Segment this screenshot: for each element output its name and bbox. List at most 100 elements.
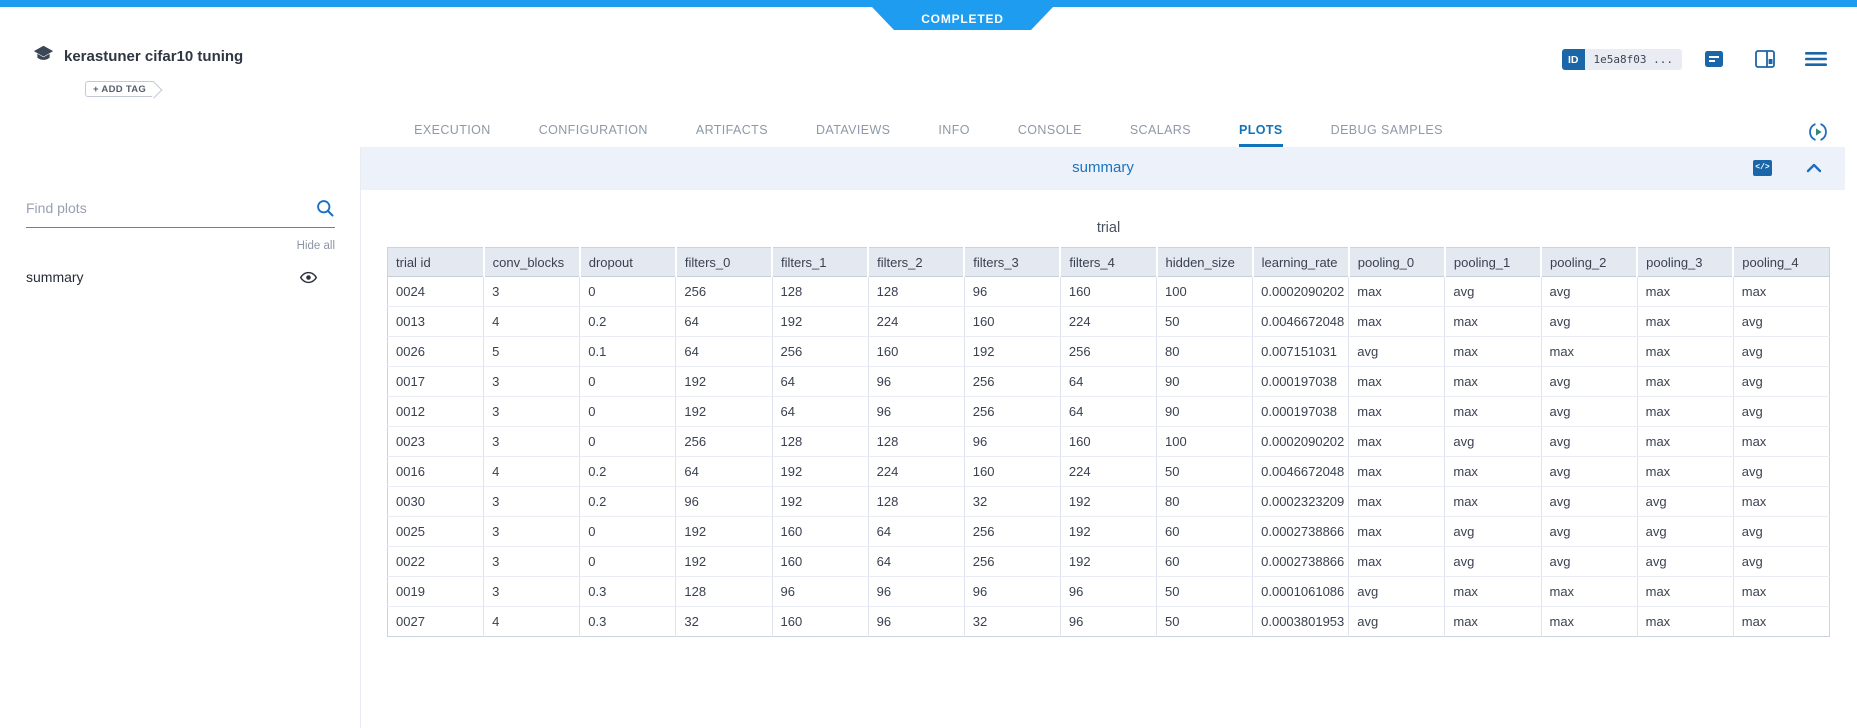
description-icon[interactable] <box>1704 49 1724 69</box>
column-header-learning_rate[interactable]: learning_rate <box>1253 248 1349 277</box>
column-header-filters_3[interactable]: filters_3 <box>964 248 1060 277</box>
tab-dataviews[interactable]: DATAVIEWS <box>816 118 890 147</box>
table-cell: avg <box>1733 547 1829 577</box>
app-header: kerastuner cifar10 tuning + ADD TAG ID 1… <box>0 7 1857 118</box>
table-cell: 3 <box>484 397 580 427</box>
search-icon[interactable] <box>315 198 335 218</box>
table-cell: 80 <box>1157 337 1253 367</box>
eye-icon[interactable] <box>300 271 317 284</box>
column-header-hidden_size[interactable]: hidden_size <box>1157 248 1253 277</box>
add-tag-button[interactable]: + ADD TAG <box>85 81 154 97</box>
sidebar-item-summary[interactable]: summary <box>26 269 335 285</box>
table-cell: 0017 <box>388 367 484 397</box>
table-cell: max <box>1637 277 1733 307</box>
tab-console[interactable]: CONSOLE <box>1018 118 1082 147</box>
table-cell: max <box>1349 427 1445 457</box>
column-header-conv_blocks[interactable]: conv_blocks <box>484 248 580 277</box>
experiment-icon <box>33 43 54 66</box>
column-header-pooling_1[interactable]: pooling_1 <box>1445 248 1541 277</box>
table-cell: 64 <box>676 307 772 337</box>
table-cell: max <box>1541 607 1637 637</box>
table-cell: 0.2 <box>580 487 676 517</box>
table-cell: 0 <box>580 427 676 457</box>
table-cell: 0013 <box>388 307 484 337</box>
table-cell: 3 <box>484 487 580 517</box>
tab-artifacts[interactable]: ARTIFACTS <box>696 118 768 147</box>
column-header-filters_0[interactable]: filters_0 <box>676 248 772 277</box>
top-accent-bar <box>0 0 1857 7</box>
table-cell: avg <box>1637 547 1733 577</box>
tab-info[interactable]: INFO <box>938 118 969 147</box>
column-header-dropout[interactable]: dropout <box>580 248 676 277</box>
embed-code-icon[interactable]: </> <box>1753 160 1772 176</box>
table-cell: 0022 <box>388 547 484 577</box>
tab-plots[interactable]: PLOTS <box>1239 118 1283 147</box>
tab-execution[interactable]: EXECUTION <box>414 118 491 147</box>
table-cell: 0.0003801953 <box>1253 607 1349 637</box>
search-input[interactable] <box>26 200 309 216</box>
table-cell: 224 <box>1060 307 1156 337</box>
column-header-filters_4[interactable]: filters_4 <box>1060 248 1156 277</box>
column-header-pooling_4[interactable]: pooling_4 <box>1733 248 1829 277</box>
table-cell: 60 <box>1157 547 1253 577</box>
table-cell: 128 <box>772 427 868 457</box>
column-header-trial-id[interactable]: trial id <box>388 248 484 277</box>
tab-configuration[interactable]: CONFIGURATION <box>539 118 648 147</box>
table-cell: 160 <box>1060 427 1156 457</box>
table-cell: 64 <box>772 367 868 397</box>
column-header-pooling_0[interactable]: pooling_0 <box>1349 248 1445 277</box>
table-cell: max <box>1445 337 1541 367</box>
table-cell: max <box>1637 427 1733 457</box>
table-cell: avg <box>1349 607 1445 637</box>
table-cell: 0.0002738866 <box>1253 517 1349 547</box>
hide-all-link[interactable]: Hide all <box>26 240 335 252</box>
table-row: 001230192649625664900.000197038maxmaxavg… <box>388 397 1830 427</box>
table-cell: max <box>1349 547 1445 577</box>
column-header-filters_1[interactable]: filters_1 <box>772 248 868 277</box>
chevron-up-icon[interactable] <box>1806 163 1822 173</box>
table-cell: 0.0002090202 <box>1253 277 1349 307</box>
plot-panel-header: summary </> <box>361 147 1845 190</box>
column-header-filters_2[interactable]: filters_2 <box>868 248 964 277</box>
table-cell: 60 <box>1157 517 1253 547</box>
table-cell: 64 <box>868 547 964 577</box>
tab-bar-items: EXECUTION CONFIGURATION ARTIFACTS DATAVIEWS… <box>414 118 1443 147</box>
tab-scalars[interactable]: SCALARS <box>1130 118 1191 147</box>
layout-panel-icon[interactable] <box>1755 50 1775 68</box>
tab-debug-samples[interactable]: DEBUG SAMPLES <box>1331 118 1443 147</box>
table-cell: max <box>1733 487 1829 517</box>
table-row: 001340.264192224160224500.0046672048maxm… <box>388 307 1830 337</box>
table-cell: 192 <box>1060 547 1156 577</box>
table-cell: max <box>1637 457 1733 487</box>
menu-icon[interactable] <box>1805 51 1827 67</box>
table-row: 001730192649625664900.000197038maxmaxavg… <box>388 367 1830 397</box>
table-cell: max <box>1637 307 1733 337</box>
plot-list: summary <box>26 269 335 285</box>
table-cell: 3 <box>484 367 580 397</box>
table-cell: 0 <box>580 517 676 547</box>
table-cell: 160 <box>1060 277 1156 307</box>
table-cell: 32 <box>964 487 1060 517</box>
table-cell: 160 <box>772 607 868 637</box>
table-cell: 0.2 <box>580 457 676 487</box>
table-cell: 160 <box>772 547 868 577</box>
table-cell: 256 <box>772 337 868 367</box>
table-cell: avg <box>1733 337 1829 367</box>
table-cell: 3 <box>484 427 580 457</box>
table-cell: max <box>1349 487 1445 517</box>
table-cell: avg <box>1445 427 1541 457</box>
column-header-pooling_2[interactable]: pooling_2 <box>1541 248 1637 277</box>
table-cell: avg <box>1445 547 1541 577</box>
id-badge[interactable]: ID 1e5a8f03 ... <box>1562 49 1682 70</box>
auto-refresh-icon[interactable] <box>1807 121 1829 143</box>
column-header-pooling_3[interactable]: pooling_3 <box>1637 248 1733 277</box>
trial-table-head: trial idconv_blocksdropoutfilters_0filte… <box>388 248 1830 277</box>
table-cell: max <box>1349 277 1445 307</box>
table-cell: 96 <box>868 397 964 427</box>
table-cell: max <box>1637 367 1733 397</box>
table-cell: 0 <box>580 367 676 397</box>
table-cell: avg <box>1541 397 1637 427</box>
table-cell: 96 <box>1060 577 1156 607</box>
table-cell: 90 <box>1157 397 1253 427</box>
table-cell: 160 <box>868 337 964 367</box>
